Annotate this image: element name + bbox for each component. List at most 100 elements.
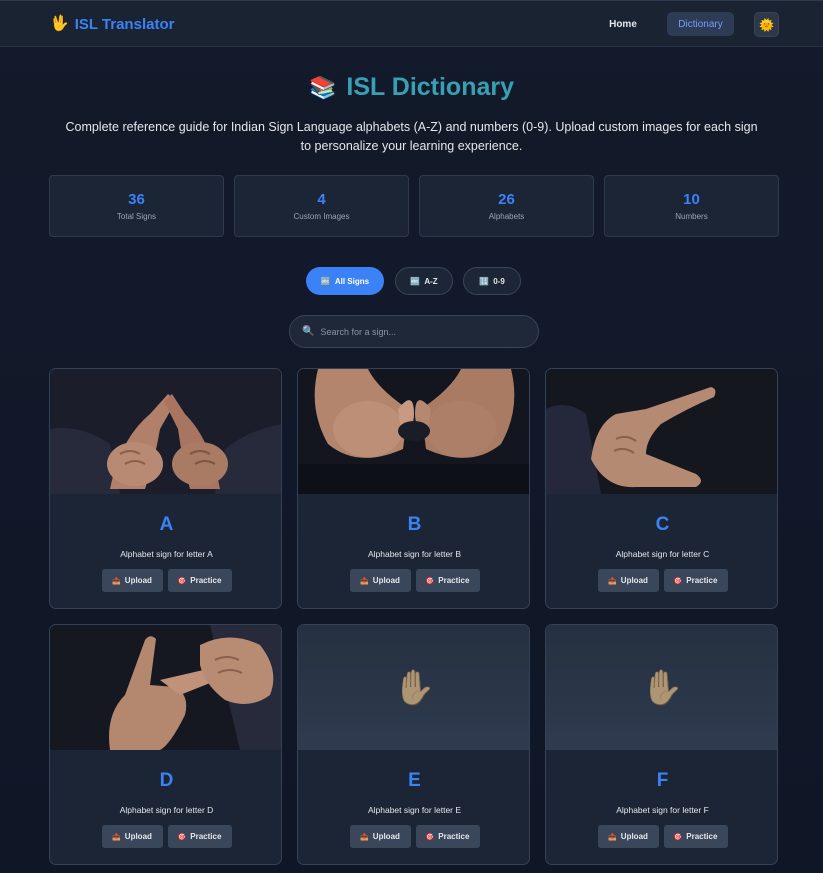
target-icon: 🎯 — [425, 577, 435, 585]
sign-image — [50, 369, 281, 494]
upload-button[interactable]: 📤 Upload — [349, 569, 411, 592]
sign-description: Alphabet sign for letter B — [367, 549, 462, 559]
stat-numbers: 10 Numbers — [604, 175, 779, 237]
sign-card-a[interactable]: A Alphabet sign for letter A 📤 Upload 🎯 … — [49, 368, 282, 609]
raised-hand-icon: ✋ — [393, 668, 436, 707]
sign-card-c[interactable]: C Alphabet sign for letter C 📤 Upload 🎯 … — [545, 368, 778, 609]
raised-hand-icon: ✋ — [641, 668, 684, 707]
card-actions: 📤 Upload 🎯 Practice — [298, 569, 529, 592]
page-title: 📚 ISL Dictionary — [0, 73, 823, 102]
sign-card-f[interactable]: ✋ F Alphabet sign for letter F 📤 Upload … — [545, 624, 778, 865]
nav-dictionary-link[interactable]: Dictionary — [667, 12, 734, 36]
card-actions: 📤 Upload 🎯 Practice — [546, 825, 777, 848]
sign-card-d[interactable]: D Alphabet sign for letter D 📤 Upload 🎯 … — [49, 624, 282, 865]
page-title-text: ISL Dictionary — [346, 73, 515, 101]
sign-card-e[interactable]: ✋ E Alphabet sign for letter E 📤 Upload … — [297, 624, 530, 865]
upload-label: Upload — [372, 576, 400, 585]
stat-label: Numbers — [675, 212, 708, 221]
sign-image-placeholder: ✋ — [546, 625, 777, 750]
practice-button[interactable]: 🎯 Practice — [415, 825, 480, 848]
brand[interactable]: 🖖 ISL Translator — [50, 15, 174, 33]
theme-toggle-button[interactable]: 🌞 — [754, 12, 779, 37]
upload-label: Upload — [372, 832, 400, 841]
stat-value: 36 — [128, 191, 145, 208]
stat-label: Custom Images — [293, 212, 350, 221]
practice-button[interactable]: 🎯 Practice — [167, 825, 232, 848]
vulcan-hand-icon: 🖖 — [50, 15, 69, 32]
numbers-icon: 🔢 — [479, 276, 490, 286]
card-actions: 📤 Upload 🎯 Practice — [546, 569, 777, 592]
sign-letter: D — [159, 770, 174, 791]
upload-label: Upload — [124, 576, 152, 585]
target-icon: 🎯 — [673, 577, 683, 585]
sun-icon: 🌞 — [759, 17, 774, 32]
stat-label: Alphabets — [488, 212, 525, 221]
search-icon: 🔍 — [302, 326, 315, 337]
page-subtitle: Complete reference guide for Indian Sign… — [65, 120, 758, 153]
practice-button[interactable]: 🎯 Practice — [415, 569, 480, 592]
card-actions: 📤 Upload 🎯 Practice — [50, 569, 281, 592]
nav-home-link[interactable]: Home — [600, 12, 646, 36]
practice-label: Practice — [190, 576, 222, 585]
practice-label: Practice — [190, 832, 222, 841]
target-icon: 🎯 — [425, 833, 435, 841]
card-actions: 📤 Upload 🎯 Practice — [50, 825, 281, 848]
sign-letter: B — [407, 514, 422, 535]
sign-letter: F — [656, 770, 669, 791]
upload-label: Upload — [620, 576, 648, 585]
stat-value: 10 — [683, 191, 700, 208]
practice-button[interactable]: 🎯 Practice — [167, 569, 232, 592]
upload-button[interactable]: 📤 Upload — [101, 569, 163, 592]
target-icon: 🎯 — [177, 833, 187, 841]
filter-all-signs-button[interactable]: 🔤 All Signs — [306, 267, 384, 295]
sign-image — [298, 369, 529, 494]
upload-icon: 📤 — [112, 577, 121, 585]
upload-label: Upload — [620, 832, 648, 841]
practice-label: Practice — [438, 832, 470, 841]
practice-label: Practice — [438, 576, 470, 585]
stat-alphabets: 26 Alphabets — [419, 175, 594, 237]
upload-icon: 📤 — [608, 577, 617, 585]
stat-total-signs: 36 Total Signs — [49, 175, 224, 237]
search-input[interactable] — [320, 326, 521, 337]
sign-letter: E — [408, 770, 421, 791]
sign-letter: A — [159, 514, 174, 535]
filter-0-9-button[interactable]: 🔢 0-9 — [463, 267, 521, 295]
sign-card-b[interactable]: B Alphabet sign for letter B 📤 Upload 🎯 … — [297, 368, 530, 609]
practice-button[interactable]: 🎯 Practice — [663, 825, 728, 848]
stat-label: Total Signs — [116, 212, 157, 221]
upload-button[interactable]: 📤 Upload — [349, 825, 411, 848]
abc-icon: 🔤 — [410, 276, 421, 286]
target-icon: 🎯 — [177, 577, 187, 585]
sign-description: Alphabet sign for letter C — [615, 549, 710, 559]
practice-label: Practice — [686, 576, 718, 585]
filter-label: A-Z — [424, 276, 438, 286]
upload-button[interactable]: 📤 Upload — [597, 825, 659, 848]
sign-image-placeholder: ✋ — [298, 625, 529, 750]
sign-description: Alphabet sign for letter D — [119, 805, 214, 815]
upload-icon: 📤 — [112, 833, 121, 841]
upload-icon: 📤 — [360, 833, 369, 841]
filter-a-z-button[interactable]: 🔤 A-Z — [395, 267, 453, 295]
target-icon: 🎯 — [673, 833, 683, 841]
practice-label: Practice — [686, 832, 718, 841]
search-bar: 🔍 — [289, 315, 539, 348]
sign-description: Alphabet sign for letter F — [616, 805, 709, 815]
upload-button[interactable]: 📤 Upload — [101, 825, 163, 848]
stat-custom-images: 4 Custom Images — [234, 175, 409, 237]
upload-label: Upload — [124, 832, 152, 841]
upload-button[interactable]: 📤 Upload — [597, 569, 659, 592]
card-actions: 📤 Upload 🎯 Practice — [298, 825, 529, 848]
filter-label: All Signs — [334, 276, 370, 286]
stat-value: 26 — [498, 191, 515, 208]
sign-description: Alphabet sign for letter A — [120, 549, 213, 559]
sign-image — [546, 369, 777, 494]
sign-image — [50, 625, 281, 750]
sign-letter: C — [655, 514, 670, 535]
practice-button[interactable]: 🎯 Practice — [663, 569, 728, 592]
books-icon: 📚 — [308, 74, 337, 100]
sign-description: Alphabet sign for letter E — [367, 805, 462, 815]
filter-label: 0-9 — [493, 276, 505, 286]
stat-value: 4 — [317, 191, 326, 208]
brand-title: ISL Translator — [74, 15, 175, 33]
